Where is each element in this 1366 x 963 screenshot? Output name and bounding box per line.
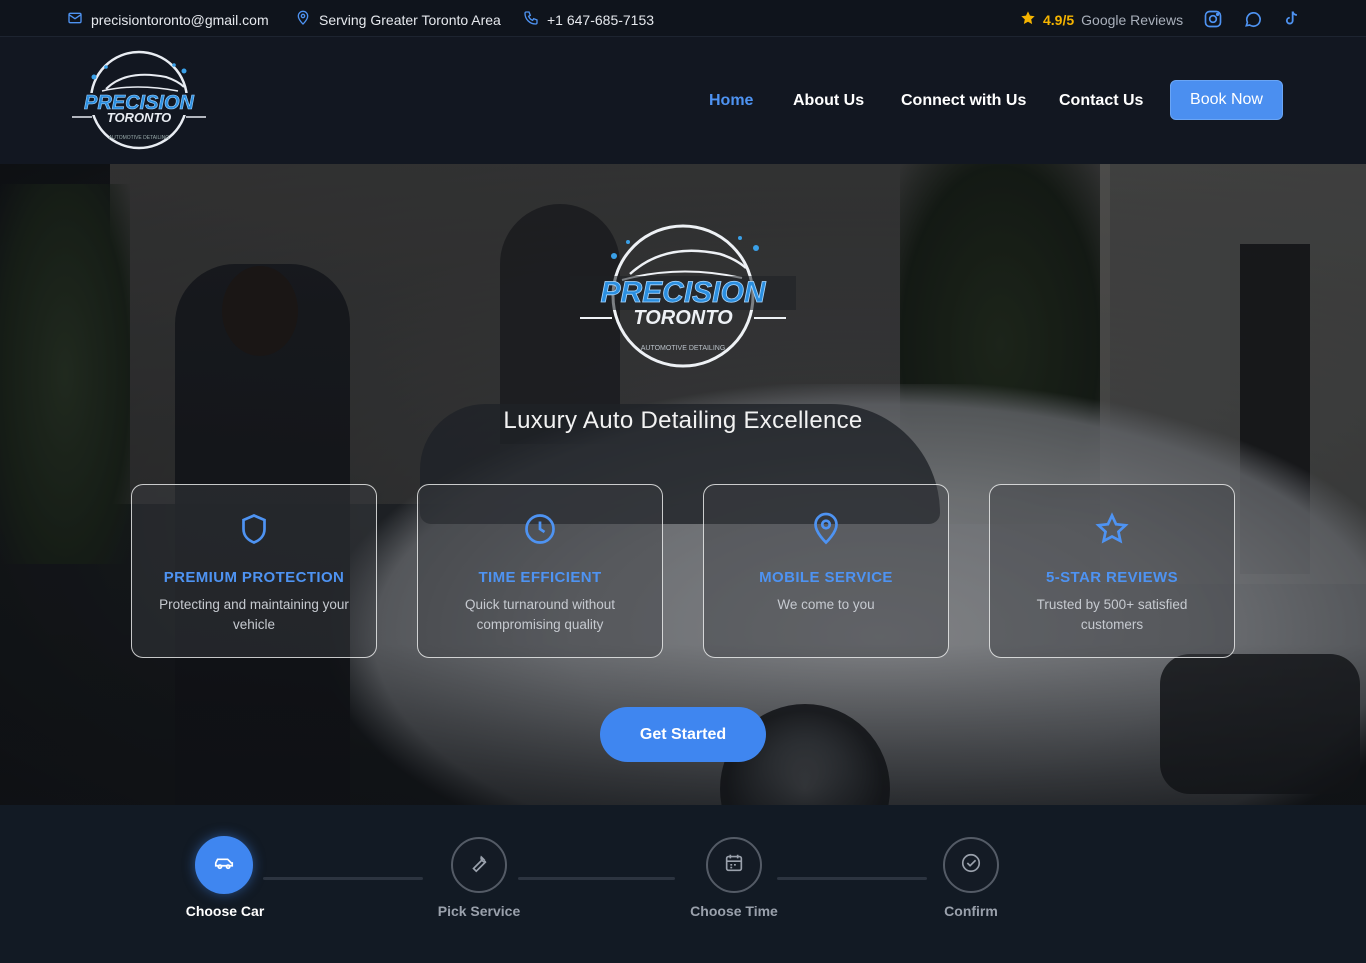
mail-icon [67,10,83,29]
step-confirm[interactable] [943,837,999,893]
step-label-choose-time: Choose Time [690,903,778,919]
wrench-icon [468,852,490,879]
whatsapp-icon[interactable] [1242,8,1264,30]
feature-title: MOBILE SERVICE [759,569,893,586]
hero-logo: PRECISION TORONTO AUTOMOTIVE DETAILING [570,214,796,374]
phone-text: +1 647-685-7153 [547,11,655,28]
feature-card-premium-protection: PREMIUM PROTECTION Protecting and mainta… [131,484,377,658]
step-pick-service[interactable] [451,837,507,893]
step-choose-car[interactable] [195,836,253,894]
get-started-button[interactable]: Get Started [600,707,766,762]
feature-title: 5-STAR REVIEWS [1045,569,1178,586]
service-area: Serving Greater Toronto Area [295,10,501,29]
star-icon [1020,10,1036,29]
feature-card-mobile-service: MOBILE SERVICE We come to you [703,484,949,658]
calendar-icon [723,852,745,879]
feature-description: Protecting and maintaining your vehicle [159,597,349,632]
step-connector [777,877,927,880]
instagram-icon[interactable] [1202,8,1224,30]
hero-logo-wordmark-top: PRECISION [600,276,766,309]
book-now-button[interactable]: Book Now [1170,80,1283,120]
rating-label: Google Reviews [1081,11,1184,28]
step-label-choose-car: Choose Car [185,903,265,919]
phone-icon [523,10,539,29]
email-contact[interactable]: precisiontoronto@gmail.com [67,10,269,29]
feature-description: We come to you [777,597,875,612]
service-area-text: Serving Greater Toronto Area [319,11,501,28]
rating-score: 4.9/5 [1043,11,1075,28]
logo-wordmark-bottom: TORONTO [107,110,172,125]
car-icon [213,852,235,879]
step-label-confirm: Confirm [944,903,998,919]
feature-title: PREMIUM PROTECTION [163,569,345,586]
nav-about-us[interactable]: About Us [793,92,864,110]
step-connector [518,877,675,880]
feature-description: Quick turnaround without compromising qu… [464,597,616,632]
map-pin-icon [295,10,311,29]
logo-ring-text: AUTOMOTIVE DETAILING [109,135,169,141]
feature-description: Trusted by 500+ satisfied customers [1036,597,1188,632]
top-bar: precisiontoronto@gmail.com Serving Great… [0,0,1366,37]
step-label-pick-service: Pick Service [437,903,521,919]
clock-icon [522,510,558,548]
hero-tagline: Luxury Auto Detailing Excellence [503,407,863,434]
tiktok-icon[interactable] [1280,8,1302,30]
feature-card-5-star-reviews: 5-STAR REVIEWS Trusted by 500+ satisfied… [989,484,1235,658]
check-circle-icon [960,852,982,879]
booking-steps: Choose Car Pick Service Choose Time Conf… [0,805,1366,963]
main-header: PRECISION TORONTO AUTOMOTIVE DETAILING H… [0,37,1366,164]
nav-contact-us[interactable]: Contact Us [1059,92,1143,110]
feature-title: TIME EFFICIENT [478,569,602,586]
nav-connect-with-us[interactable]: Connect with Us [901,92,1026,110]
feature-card-time-efficient: TIME EFFICIENT Quick turnaround without … [417,484,663,658]
shield-icon [236,510,272,548]
brand-logo[interactable]: PRECISION TORONTO AUTOMOTIVE DETAILING [66,47,212,153]
hero-logo-wordmark-bottom: TORONTO [633,307,733,329]
star-icon [1094,510,1130,548]
hero-logo-ring-text: AUTOMOTIVE DETAILING [641,345,726,352]
email-text: precisiontoronto@gmail.com [91,11,269,28]
nav-home[interactable]: Home [709,92,753,110]
step-connector [263,877,423,880]
hero-section: PRECISION TORONTO AUTOMOTIVE DETAILING L… [0,164,1366,805]
google-rating[interactable]: 4.9/5 Google Reviews [1020,10,1183,29]
map-pin-icon [808,510,844,548]
phone-contact[interactable]: +1 647-685-7153 [523,10,654,29]
step-choose-time[interactable] [706,837,762,893]
